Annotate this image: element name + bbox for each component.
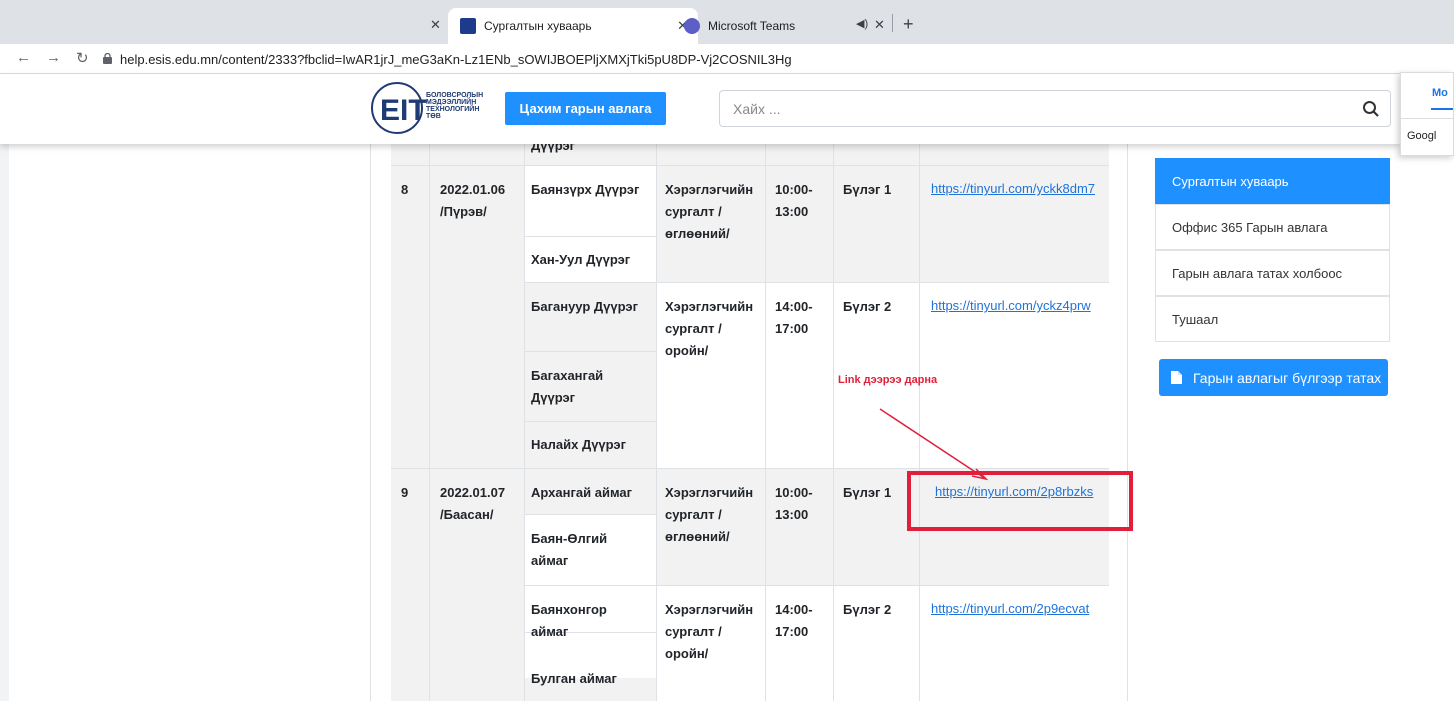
- reload-icon[interactable]: ↻: [76, 49, 89, 67]
- tab-schedule[interactable]: Сургалтын хуваарь ✕: [448, 8, 698, 44]
- row-divider: [524, 514, 656, 515]
- popup-tab-label[interactable]: Mo: [1432, 87, 1448, 99]
- tab-divider: [892, 14, 893, 32]
- district-cell: Булган аймаг: [531, 671, 617, 686]
- search-input[interactable]: Хайх ...: [719, 90, 1391, 127]
- group-cell: Бүлэг 2: [843, 602, 892, 617]
- group-cell: Бүлэг 2: [843, 299, 892, 314]
- popup-tab-underline: [1431, 108, 1453, 110]
- column-divider: [524, 144, 525, 701]
- download-guides-label: Гарын авлагыг бүлгээр татах: [1193, 369, 1382, 386]
- logo-text: БОЛОВСРОЛЫН МЭДЭЭЛЛИЙН ТЕХНОЛОГИЙН ТӨВ: [426, 92, 484, 120]
- row-divider: [524, 282, 1109, 283]
- time-cell: 10:00-13:00: [775, 182, 813, 219]
- search-icon[interactable]: [1362, 100, 1380, 118]
- sidebar-item-office365[interactable]: Оффис 365 Гарын авлага: [1155, 204, 1390, 250]
- date-cell: 2022.01.06: [440, 182, 506, 197]
- teams-favicon-icon: [684, 18, 700, 34]
- time-cell: 14:00-17:00: [775, 602, 813, 639]
- district-cell: Багануур Дүүрэг: [531, 299, 638, 314]
- district-cell: Дүүрэг: [531, 144, 576, 153]
- annotation-text: Link дээрээ дарна: [838, 374, 938, 386]
- popup-label: Googl: [1407, 130, 1437, 142]
- type-cell: Хэрэглэгчийн сургалт / өглөөний/: [665, 182, 754, 241]
- district-cell: Налайх Дүүрэг: [531, 437, 627, 452]
- site-header: EIT БОЛОВСРОЛЫН МЭДЭЭЛЛИЙН ТЕХНОЛОГИЙН Т…: [0, 74, 1400, 144]
- sidebar-item-orders[interactable]: Тушаал: [1155, 296, 1390, 342]
- speaker-icon: ◀): [856, 18, 869, 30]
- weekday-cell: /Баасан/: [440, 507, 494, 522]
- schedule-link[interactable]: https://tinyurl.com/yckz4prw: [931, 298, 1109, 313]
- tab-teams[interactable]: Microsoft Teams: [672, 8, 832, 44]
- download-guides-button[interactable]: Гарын авлагыг бүлгээр татах: [1159, 359, 1388, 396]
- url-field[interactable]: help.esis.edu.mn/content/2333?fbclid=IwA…: [120, 52, 792, 67]
- lock-icon[interactable]: [103, 53, 112, 64]
- row-number: 8: [401, 182, 409, 197]
- district-cell: Багахангай Дүүрэг: [531, 368, 604, 405]
- e-guide-button[interactable]: Цахим гарын авлага: [505, 92, 666, 125]
- schedule-link[interactable]: https://tinyurl.com/yckk8dm7: [931, 181, 1109, 196]
- close-tab-icon[interactable]: ✕: [430, 17, 441, 33]
- new-tab-icon[interactable]: +: [903, 14, 914, 35]
- column-divider: [656, 144, 657, 701]
- eit-logo[interactable]: EIT БОЛОВСРОЛЫН МЭДЭЭЛЛИЙН ТЕХНОЛОГИЙН Т…: [370, 80, 500, 138]
- row-divider: [524, 351, 656, 352]
- row-divider: [524, 236, 656, 237]
- schedule-link-highlighted[interactable]: https://tinyurl.com/2p8rbzks: [935, 484, 1109, 499]
- sidebar-item-download-links[interactable]: Гарын авлага татах холбоос: [1155, 250, 1390, 296]
- svg-text:EIT: EIT: [380, 94, 427, 127]
- group-cell: Бүлэг 1: [843, 182, 892, 197]
- main-content: Дүүрэг 8 2022.01.06 /Пүрэв/ Баянзүрх Дүү…: [370, 144, 1128, 701]
- district-cell: Баян-Өлгий аймаг: [531, 531, 608, 568]
- close-tab-icon[interactable]: ✕: [874, 17, 885, 33]
- search-placeholder: Хайх ...: [733, 101, 781, 117]
- google-popup: Mo Googl: [1400, 72, 1454, 156]
- type-cell: Хэрэглэгчийн сургалт / оройн/: [665, 602, 754, 661]
- column-divider: [429, 144, 430, 701]
- table-cell-bg: [391, 585, 524, 701]
- address-bar: ← → ↻ help.esis.edu.mn/content/2333?fbcl…: [0, 44, 1454, 74]
- row-divider: [524, 585, 1109, 586]
- date-cell: 2022.01.07: [440, 485, 506, 500]
- column-divider: [833, 144, 834, 701]
- district-cell: Архангай аймаг: [531, 485, 633, 500]
- time-cell: 14:00-17:00: [775, 299, 813, 336]
- row-divider: [391, 165, 1109, 166]
- type-cell: Хэрэглэгчийн сургалт / оройн/: [665, 299, 754, 358]
- row-divider: [524, 421, 656, 422]
- district-cell: Баянхонгор аймаг: [531, 602, 607, 639]
- column-divider: [919, 144, 920, 701]
- row-number: 9: [401, 485, 409, 500]
- popup-divider: [1401, 118, 1453, 119]
- schedule-table: Дүүрэг 8 2022.01.06 /Пүрэв/ Баянзүрх Дүү…: [391, 144, 1109, 701]
- tab-label: Сургалтын хуваарь: [484, 19, 592, 33]
- forward-icon[interactable]: →: [46, 49, 61, 66]
- district-cell: Хан-Уул Дүүрэг: [531, 252, 631, 267]
- pdf-file-icon: [1171, 371, 1182, 384]
- district-cell: Баянзүрх Дүүрэг: [531, 182, 640, 197]
- left-edge: [0, 74, 9, 701]
- sidebar-item-schedule[interactable]: Сургалтын хуваарь: [1155, 158, 1390, 204]
- weekday-cell: /Пүрэв/: [440, 204, 487, 219]
- column-divider: [765, 144, 766, 701]
- type-cell: Хэрэглэгчийн сургалт / өглөөний/: [665, 485, 754, 544]
- browser-tab-bar: ✕ Сургалтын хуваарь ✕ Microsoft Teams ◀)…: [0, 0, 1454, 44]
- table-row-partial: [391, 144, 1109, 165]
- group-cell: Бүлэг 1: [843, 485, 892, 500]
- back-icon[interactable]: ←: [16, 49, 31, 66]
- favicon-icon: [460, 18, 476, 34]
- tab-label: Microsoft Teams: [708, 19, 796, 33]
- schedule-link[interactable]: https://tinyurl.com/2p9ecvat: [931, 601, 1109, 616]
- time-cell: 10:00-13:00: [775, 485, 813, 522]
- row-divider: [391, 468, 1109, 469]
